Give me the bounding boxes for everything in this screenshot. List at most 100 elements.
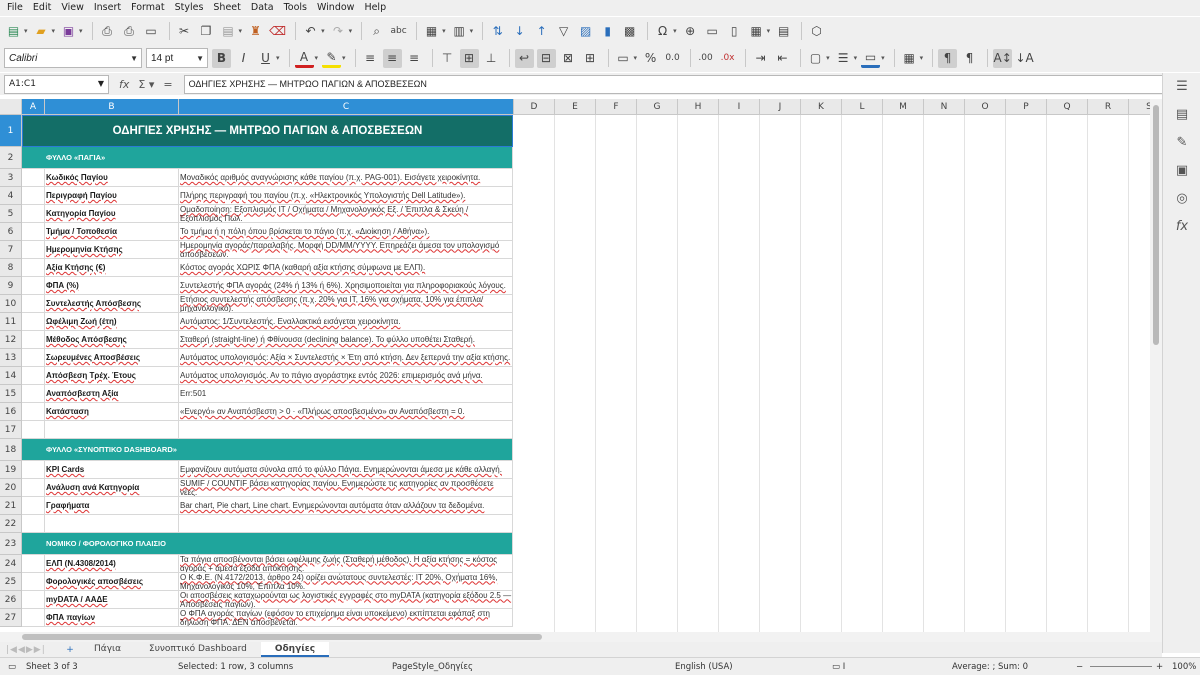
row-header[interactable]: 19 [0, 461, 22, 479]
row-header[interactable]: 14 [0, 367, 22, 385]
cell-a[interactable] [22, 385, 45, 403]
row-header[interactable]: 16 [0, 403, 22, 421]
pivot-table-icon[interactable]: ▩ [620, 22, 639, 41]
field-name-cell[interactable]: ΦΠΑ (%) [44, 277, 179, 295]
right-to-left-icon[interactable]: ¶ [960, 49, 979, 68]
cell-a[interactable] [22, 147, 45, 169]
column-header-q[interactable]: Q [1047, 99, 1088, 115]
zoom-in-icon[interactable]: + [1156, 662, 1163, 672]
styles-icon[interactable]: ✎ [1173, 135, 1191, 153]
cell-a[interactable] [22, 331, 45, 349]
menu-item-tools[interactable]: Tools [279, 0, 312, 16]
field-name-cell[interactable]: Αξία Κτήσης (€) [44, 259, 179, 277]
print-area-dropdown-icon[interactable]: ▾ [767, 27, 771, 35]
number-format-icon[interactable]: 0.0 [663, 49, 682, 68]
field-name-cell[interactable]: ΦΠΑ παγίων [44, 609, 179, 627]
field-name-cell[interactable]: myDATA / ΑΑΔΕ [44, 591, 179, 609]
page-title[interactable]: ΟΔΗΓΙΕΣ ΧΡΗΣΗΣ — ΜΗΤΡΩΟ ΠΑΓΙΩΝ & ΑΠΟΣΒΕΣ… [22, 115, 513, 147]
copy-icon[interactable]: ❐ [197, 22, 216, 41]
undo-icon[interactable]: ↶ [301, 22, 320, 41]
add-decimal-icon[interactable]: .00 [696, 49, 715, 68]
menu-item-view[interactable]: View [56, 0, 89, 16]
cut-icon[interactable]: ✂ [175, 22, 194, 41]
sort-ascending-icon[interactable]: ↓ [510, 22, 529, 41]
sort-descending-icon[interactable]: ↑ [532, 22, 551, 41]
column-header-c[interactable]: C [179, 99, 514, 115]
spreadsheet-grid[interactable]: A B C D E F G H I J K L M N O P Q R S 1 ΟΔΗΓΙΕΣ ΧΡΗΣΗΣ — ΜΗΤ… [0, 99, 1150, 632]
comment-icon[interactable]: ▭ [703, 22, 722, 41]
merge-cells-icon[interactable]: ⊠ [559, 49, 578, 68]
redo-icon[interactable]: ↷ [329, 22, 348, 41]
function-wizard-icon[interactable]: fx [119, 78, 129, 91]
status-language[interactable]: English (USA) [675, 662, 733, 672]
vertical-scroll-thumb[interactable] [1153, 105, 1159, 345]
add-sheet-icon[interactable]: + [60, 645, 80, 655]
conditional-dropdown-icon[interactable]: ▾ [920, 54, 924, 62]
row-header[interactable]: 22 [0, 515, 22, 533]
border-color-dropdown-icon[interactable]: ▾ [881, 54, 885, 62]
column-header-l[interactable]: L [842, 99, 883, 115]
align-right-icon[interactable]: ≡ [405, 49, 424, 68]
wrap-text-icon[interactable]: ↩ [514, 48, 534, 68]
cell-a[interactable] [22, 349, 45, 367]
field-name-cell[interactable] [44, 421, 179, 439]
borders-dropdown-icon[interactable]: ▾ [826, 54, 830, 62]
undo-dropdown-icon[interactable]: ▾ [321, 27, 325, 35]
description-cell[interactable]: Ημερομηνία αγοράς/παραλαβής. Μορφή DD/MM… [178, 241, 513, 259]
text-direction-vertical-icon[interactable]: ↓A [1015, 49, 1034, 68]
align-bottom-icon[interactable]: ⊥ [482, 49, 501, 68]
cell-a[interactable] [22, 223, 45, 241]
gallery-icon[interactable]: ▣ [1173, 163, 1191, 181]
field-name-cell[interactable]: Φορολογικές αποσβέσεις [44, 573, 179, 591]
font-size-dropdown-icon[interactable]: ▼ [196, 54, 204, 63]
description-cell[interactable]: Ετήσιος συντελεστής απόσβεσης (π.χ. 20% … [178, 295, 513, 313]
underline-dropdown-icon[interactable]: ▾ [276, 54, 280, 62]
cell-a[interactable] [22, 555, 45, 573]
insert-image-icon[interactable]: ▨ [576, 22, 595, 41]
description-cell[interactable]: Μοναδικός αριθμός αναγνώρισης κάθε παγίο… [178, 169, 513, 187]
cell-a[interactable] [22, 421, 45, 439]
description-cell[interactable]: Ο Κ.Φ.Ε. (Ν.4172/2013, άρθρο 24) ορίζει … [178, 573, 513, 591]
column-header-p[interactable]: P [1006, 99, 1047, 115]
paste-icon[interactable]: ▤ [219, 22, 238, 41]
description-cell[interactable]: Το τμήμα ή η πόλη όπου βρίσκεται το πάγι… [178, 223, 513, 241]
description-cell[interactable]: Err:501 [178, 385, 513, 403]
horizontal-scroll-thumb[interactable] [22, 634, 542, 640]
cell-a[interactable] [22, 609, 45, 627]
column-header-r[interactable]: R [1088, 99, 1129, 115]
row-header[interactable]: 10 [0, 295, 22, 313]
description-cell[interactable]: Ο ΦΠΑ αγοράς παγίων (εφόσον το επιχείρημ… [178, 609, 513, 627]
status-summary[interactable]: Average: ; Sum: 0 [952, 662, 1028, 672]
column-header-j[interactable]: J [760, 99, 801, 115]
column-header-i[interactable]: I [719, 99, 760, 115]
column-header-h[interactable]: H [678, 99, 719, 115]
save-dropdown-icon[interactable]: ▾ [79, 27, 83, 35]
sum-icon[interactable]: Σ ▾ [138, 78, 154, 91]
row-header[interactable]: 2 [0, 147, 22, 169]
column-header-n[interactable]: N [924, 99, 965, 115]
description-cell[interactable]: Κόστος αγοράς ΧΩΡΙΣ ΦΠΑ (καθαρή αξία κτή… [178, 259, 513, 277]
autofilter-icon[interactable]: ▽ [554, 22, 573, 41]
zoom-out-icon[interactable]: − [1076, 662, 1083, 672]
description-cell[interactable]: Bar chart, Pie chart, Line chart. Ενημερ… [178, 497, 513, 515]
field-name-cell[interactable]: Ημερομηνία Κτήσης [44, 241, 179, 259]
print-preview-icon[interactable]: ▭ [142, 22, 161, 41]
description-cell[interactable]: «Ενεργό» αν Αναπόσβεστη > 0 · «Πλήρως απ… [178, 403, 513, 421]
cell-a[interactable] [22, 313, 45, 331]
conditional-format-icon[interactable]: ▦ [900, 49, 919, 68]
row-header[interactable]: 8 [0, 259, 22, 277]
sidebar-menu-icon[interactable]: ☰ [1173, 79, 1191, 97]
align-top-icon[interactable]: ⊤ [438, 49, 457, 68]
font-size-box[interactable]: 14 pt ▼ [146, 48, 208, 68]
column-header-g[interactable]: G [637, 99, 678, 115]
name-box-dropdown-icon[interactable]: ▼ [98, 79, 104, 88]
field-name-cell[interactable]: Μέθοδος Απόσβεσης [44, 331, 179, 349]
row-header[interactable]: 12 [0, 331, 22, 349]
row-icon[interactable]: ▦ [422, 22, 441, 41]
align-center-icon[interactable]: ≡ [382, 48, 402, 68]
paste-dropdown-icon[interactable]: ▾ [239, 27, 243, 35]
field-name-cell[interactable]: Τμήμα / Τοποθεσία [44, 223, 179, 241]
cell-a[interactable] [22, 277, 45, 295]
menu-item-edit[interactable]: Edit [28, 0, 56, 16]
description-cell[interactable] [178, 147, 513, 169]
